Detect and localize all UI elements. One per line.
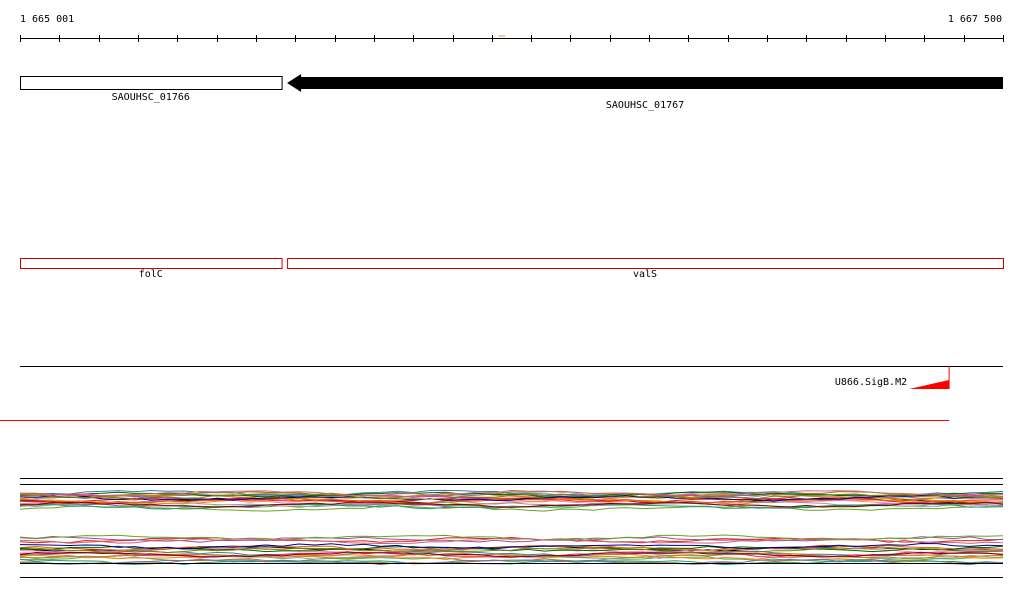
regulation-marker-triangle (909, 380, 950, 389)
feature-box (287, 258, 1004, 269)
feature-label[interactable]: valS (633, 269, 657, 281)
regulation-track (0, 366, 1003, 421)
gene-label[interactable]: SAOUHSC_01767 (606, 100, 684, 112)
expression-series-line (19, 537, 1004, 545)
coordinate-ruler (20, 35, 1004, 42)
ruler-center-marker (499, 35, 505, 37)
feature-box (20, 258, 283, 269)
regulation-label[interactable]: U866.SigB.M2 (835, 377, 907, 389)
gene-name-track (20, 258, 1004, 269)
expression-track (19, 478, 1004, 578)
feature-label[interactable]: folC (139, 269, 163, 281)
gene-track (20, 74, 1004, 92)
gene-label[interactable]: SAOUHSC_01766 (112, 92, 190, 104)
ruler-start-label: 1 665 001 (20, 14, 75, 25)
gene-box (20, 76, 283, 90)
gene-arrow (287, 74, 1004, 92)
ruler-end-label: 1 667 500 (947, 14, 1002, 25)
